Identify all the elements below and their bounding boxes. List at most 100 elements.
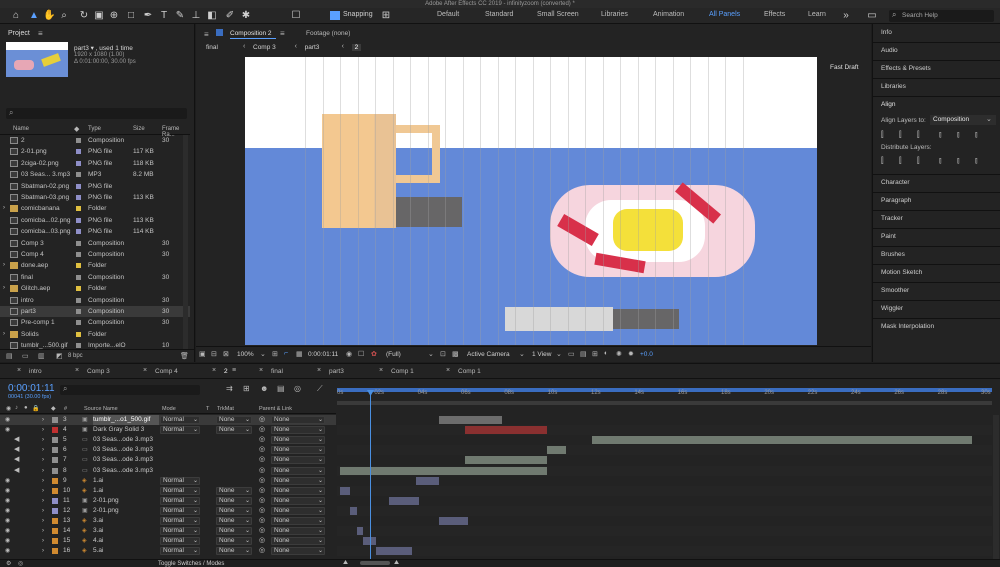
fast-previews-icon[interactable]: ⊡ — [440, 350, 446, 358]
workspace-animation[interactable]: Animation — [653, 11, 684, 18]
parent-pickwhip-icon[interactable]: ◎ — [259, 476, 265, 486]
layer-name[interactable]: 2-01.png — [93, 496, 159, 506]
new-composition-icon[interactable]: ▥ — [38, 352, 45, 360]
close-tab-icon[interactable]: × — [212, 367, 216, 374]
parent-pickwhip-icon[interactable]: ◎ — [259, 536, 265, 546]
workspace-effects[interactable]: Effects — [764, 11, 785, 18]
mode-header[interactable]: Mode — [162, 406, 176, 412]
panel-wiggler[interactable]: Wiggler — [881, 305, 903, 312]
label-color-swatch[interactable] — [76, 160, 81, 166]
zoom-level[interactable]: 100% — [237, 351, 254, 358]
layer-name[interactable]: 03 Seas...ode 3.mp3 — [93, 466, 159, 476]
flowchart-icon[interactable]: ⊞ — [592, 350, 598, 358]
align-right-icon[interactable]: ⫿ — [917, 130, 920, 140]
layer-duration-bar[interactable] — [464, 456, 547, 465]
lock-column-icon[interactable]: 🔒 — [32, 405, 39, 412]
layer-duration-bar[interactable] — [350, 506, 357, 515]
breadcrumb-2[interactable]: 2 — [351, 44, 362, 51]
layer-label-swatch[interactable] — [52, 487, 58, 494]
project-tab[interactable]: Project — [8, 30, 30, 37]
label-column-icon[interactable]: ◆ — [74, 125, 79, 133]
show-snapshot-icon[interactable]: ☐ — [358, 350, 364, 358]
table-row[interactable]: ◉ › 11 ▣ 2-01.png Normal ⌄ None ⌄ ◎ None ⌄ — [0, 496, 336, 506]
parent-dropdown[interactable]: None ⌄ — [271, 456, 325, 465]
layer-label-swatch[interactable] — [52, 518, 58, 524]
close-tab-icon[interactable]: × — [379, 367, 383, 374]
table-row[interactable]: ◉ › 13 ◈ 3.ai Normal ⌄ None ⌄ ◎ None ⌄ — [0, 516, 336, 526]
time-navigator[interactable] — [337, 401, 992, 405]
label-color-swatch[interactable] — [76, 206, 81, 212]
close-tab-icon[interactable]: × — [317, 367, 321, 374]
column-size-header[interactable]: Size — [133, 126, 145, 132]
label-color-swatch[interactable] — [76, 217, 81, 223]
help-search-box[interactable]: ⌕ Search Help — [889, 10, 994, 22]
table-row[interactable]: ◉ › 12 ▣ 2-01.png Normal ⌄ None ⌄ ◎ None ⌄ — [0, 506, 336, 516]
parent-dropdown[interactable]: None ⌄ — [271, 466, 325, 475]
camera-dropdown-icon[interactable]: ⌄ — [519, 350, 525, 358]
video-toggle-icon[interactable]: ◉ — [5, 425, 10, 435]
layer-name[interactable]: 4.ai — [93, 536, 159, 546]
timeline-tab-comp-1[interactable]: Comp 1 — [391, 368, 414, 375]
rotate-tool-icon[interactable]: ↻ — [78, 10, 90, 22]
zoom-tool-icon[interactable]: ⌕ — [58, 10, 70, 22]
parent-pickwhip-icon[interactable]: ◎ — [259, 496, 265, 506]
trkmat-dropdown[interactable]: None ⌄ — [216, 416, 252, 424]
expand-layer-icon[interactable]: › — [42, 466, 44, 476]
timeline-tab-part3[interactable]: part3 — [329, 368, 344, 375]
distribute-bottom-icon[interactable]: ⫿ — [917, 156, 920, 166]
toggle-switches-modes[interactable]: Toggle Switches / Modes — [158, 561, 224, 567]
trkmat-header[interactable]: TrkMat — [217, 406, 234, 412]
layer-name[interactable]: 03 Seas...ode 3.mp3 — [93, 455, 159, 465]
mode-dropdown[interactable]: Normal ⌄ — [160, 486, 200, 495]
parent-pickwhip-icon[interactable]: ◎ — [259, 506, 265, 516]
project-search-input[interactable]: ⌕ — [6, 108, 187, 119]
list-item[interactable]: Pre-comp 1 Composition 30 — [0, 317, 190, 328]
views-dropdown[interactable]: 1 View — [532, 351, 551, 358]
snapping-checkbox[interactable] — [330, 11, 340, 20]
label-color-swatch[interactable] — [76, 331, 81, 337]
camera-tool-icon[interactable]: ▣ — [93, 10, 105, 22]
mode-dropdown[interactable]: Normal ⌄ — [160, 416, 200, 424]
project-menu-icon[interactable]: ≡ — [38, 29, 43, 38]
panel-paragraph[interactable]: Paragraph — [881, 197, 911, 204]
playhead[interactable] — [370, 390, 371, 567]
parent-dropdown[interactable]: None ⌄ — [271, 436, 325, 445]
expand-layer-icon[interactable]: › — [42, 496, 44, 506]
parent-pickwhip-icon[interactable]: ◎ — [259, 526, 265, 536]
tab-menu-icon[interactable]: ≡ — [232, 367, 236, 374]
brush-tool-icon[interactable]: ✎ — [174, 10, 186, 22]
breadcrumb-final[interactable]: final — [206, 44, 218, 51]
layer-duration-bar[interactable] — [356, 527, 364, 536]
table-row[interactable]: ◉ › 9 ◈ 1.ai Normal ⌄ ◎ None ⌄ — [0, 476, 336, 486]
breadcrumb-comp-3[interactable]: Comp 3 — [253, 44, 276, 51]
layer-duration-bar[interactable] — [438, 416, 503, 424]
parent-pickwhip-icon[interactable]: ◎ — [259, 415, 265, 425]
audio-column-icon[interactable]: ♪ — [15, 405, 18, 411]
color-depth-icon[interactable]: ◩ — [56, 352, 63, 360]
audio-toggle-icon[interactable]: ◀ — [14, 455, 19, 465]
parent-dropdown[interactable]: None ⌄ — [271, 476, 325, 485]
solo-column-icon[interactable]: ● — [24, 405, 28, 411]
expand-arrow-icon[interactable]: › — [3, 260, 5, 271]
close-tab-icon[interactable]: × — [143, 367, 147, 374]
trkmat-dropdown[interactable]: None ⌄ — [216, 547, 252, 556]
layer-label-swatch[interactable] — [52, 538, 58, 545]
distribute-vcenter-icon[interactable]: ⫿ — [899, 156, 902, 166]
toggle-transparency-icon[interactable]: ▩ — [452, 350, 459, 358]
timeline-scrollbar[interactable] — [993, 415, 999, 559]
align-top-icon[interactable]: ⫾ — [939, 130, 942, 140]
mode-dropdown[interactable]: Normal ⌄ — [160, 517, 200, 525]
align-layers-to-dropdown[interactable]: Composition ⌄ — [930, 115, 996, 125]
table-row[interactable]: ◀ › 7 ▭ 03 Seas...ode 3.mp3 ◎ None ⌄ — [0, 455, 336, 465]
layer-label-swatch[interactable] — [52, 528, 58, 535]
layer-label-swatch[interactable] — [52, 467, 58, 474]
layer-duration-bar[interactable] — [415, 476, 439, 485]
layer-label-swatch[interactable] — [52, 548, 58, 555]
video-toggle-icon[interactable]: ◉ — [5, 476, 10, 486]
table-row[interactable]: ◀ › 5 ▭ 03 Seas...ode 3.mp3 ◎ None ⌄ — [0, 435, 336, 445]
list-item[interactable]: Comp 4 Composition 30 — [0, 249, 190, 260]
list-item[interactable]: Comp 3 Composition 30 — [0, 238, 190, 249]
panel-motion-sketch[interactable]: Motion Sketch — [881, 269, 922, 276]
panel-mask-interpolation[interactable]: Mask Interpolation — [881, 323, 934, 330]
list-item[interactable]: 2-01.png PNG file 117 KB — [0, 146, 190, 157]
